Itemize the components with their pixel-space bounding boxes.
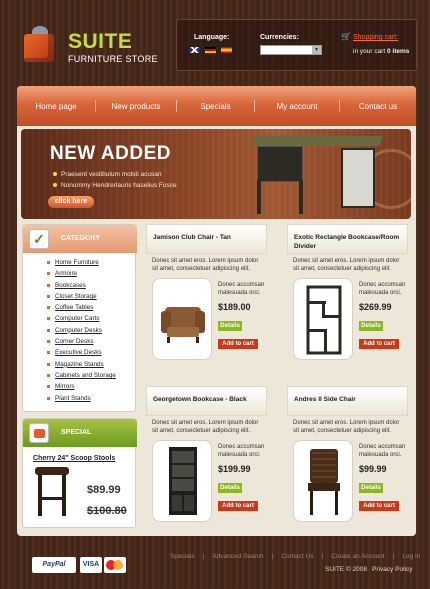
logo-subtitle: FURNITURE STORE [68, 54, 158, 64]
special-product-title[interactable]: Cherry 24" Scoop Stools [33, 455, 115, 462]
nav-home[interactable]: Home page [17, 102, 95, 111]
product-image[interactable] [293, 278, 353, 360]
stool-image[interactable] [33, 467, 71, 517]
footer-separator: | [202, 553, 205, 560]
category-list: Home Furniture Armoire Bookcases Closet … [23, 257, 137, 404]
visa-logo: VISA [80, 557, 102, 573]
header: SUITE FURNITURE STORE Language: Currenci… [0, 0, 430, 82]
checkmark-icon: ✓ [29, 229, 49, 249]
product-mini-desc: Donec accumsan malesuada orci. [359, 282, 406, 296]
cart-info-prefix: in your cart [353, 48, 386, 55]
banner-bullet: Nonummy Hendrerlauris haselius Fusce [53, 182, 177, 189]
special-price: $89.99 [87, 484, 121, 496]
desk-image [250, 134, 384, 214]
product-desc: Donec sit amet eros. Lorem ipsum dolor s… [293, 420, 400, 434]
language-label: Language: [194, 34, 230, 41]
special-panel: SPECIAL Cherry 24" Scoop Stools $89.99 $… [22, 418, 137, 528]
product-image[interactable] [152, 278, 212, 360]
footer-separator: | [392, 553, 395, 560]
product-price: $99.99 [359, 464, 387, 474]
top-utility-bar: Language: Currencies: ▾ 🛒 Shopping cart:… [176, 19, 417, 71]
add-to-cart-button[interactable]: Add to cart [359, 339, 399, 349]
special-header: SPECIAL [23, 419, 137, 447]
category-item[interactable]: Plant Stands [23, 393, 137, 404]
logo-icon[interactable] [22, 26, 58, 64]
category-item[interactable]: Armoire [23, 268, 137, 279]
category-item[interactable]: Mirrors [23, 381, 137, 392]
en-flag-icon[interactable] [188, 46, 201, 54]
price-tag-icon [29, 423, 49, 443]
category-panel: ✓ CATEGORY Home Furniture Armoire Bookca… [22, 224, 137, 412]
details-button[interactable]: Details [218, 321, 242, 331]
product-mini-desc: Donec accumsan malesuada orci. [218, 444, 265, 458]
footer-link-contact-us[interactable]: Contact Us [281, 553, 313, 560]
category-item[interactable]: Corner Desks [23, 336, 137, 347]
logo-title[interactable]: SUITE [68, 30, 132, 54]
mastercard-logo-icon [104, 557, 126, 573]
footer-link-create-account[interactable]: Create an Account [331, 553, 384, 560]
category-item[interactable]: Magazine Stands [23, 359, 137, 370]
nav-new-products[interactable]: New products [96, 102, 176, 111]
details-button[interactable]: Details [359, 483, 383, 493]
product-mini-desc: Donec accumsan malesuada orci. [218, 282, 265, 296]
footer-separator: | [271, 553, 274, 560]
category-item[interactable]: Computer Desks [23, 325, 137, 336]
currencies-label: Currencies: [260, 34, 299, 41]
footer-link-specials[interactable]: Specials [170, 553, 195, 560]
de-flag-icon[interactable] [204, 46, 217, 54]
product-mini-desc: Donec accumsan malesuada orci. [359, 444, 406, 458]
category-item[interactable]: Home Furniture [23, 257, 137, 268]
product-image[interactable] [293, 440, 353, 522]
add-to-cart-button[interactable]: Add to cart [218, 501, 258, 511]
category-item[interactable]: Cabinets and Storage [23, 370, 137, 381]
es-flag-icon[interactable] [220, 46, 233, 54]
details-button[interactable]: Details [359, 321, 383, 331]
main-nav: Home page New products Specials My accou… [17, 86, 416, 126]
footer-links: Specials | Advanced Search | Contact Us … [170, 553, 420, 560]
nav-contact-us[interactable]: Contact us [340, 102, 416, 111]
cart-info: in your cart 0 items [353, 48, 409, 55]
add-to-cart-button[interactable]: Add to cart [359, 501, 399, 511]
category-header: ✓ CATEGORY [23, 225, 137, 253]
product-name[interactable]: Georgetown Bookcase - Black [146, 386, 267, 416]
details-button[interactable]: Details [218, 483, 242, 493]
product-desc: Donec sit amet eros. Lorem ipsum dolor s… [293, 258, 400, 272]
product-price: $189.00 [218, 302, 251, 312]
footer-link-advanced-search[interactable]: Advanced Search [212, 553, 263, 560]
language-flags [188, 46, 233, 54]
chevron-down-icon[interactable]: ▾ [312, 46, 321, 54]
special-label: SPECIAL [61, 429, 92, 436]
product-name[interactable]: Andres II Side Chair [287, 386, 408, 416]
category-item[interactable]: Closet Storage [23, 291, 137, 302]
add-to-cart-button[interactable]: Add to cart [218, 339, 258, 349]
product-price: $199.99 [218, 464, 251, 474]
cart-icon[interactable]: 🛒 [341, 33, 351, 41]
click-here-button[interactable]: click here [48, 196, 94, 208]
banner-bullet: Praesent vestibulum molsti acusan [53, 171, 161, 178]
nav-my-account[interactable]: My account [255, 102, 339, 111]
special-old-price: $100.80 [87, 505, 127, 517]
currency-select[interactable]: ▾ [260, 45, 322, 55]
paypal-logo: PayPal [32, 557, 76, 573]
product-desc: Donec sit amet eros. Lorem ipsum dolor s… [152, 420, 259, 434]
product-name[interactable]: Jamison Club Chair - Tan [146, 224, 267, 254]
privacy-policy-link[interactable]: Privacy Policy [372, 566, 412, 573]
category-item[interactable]: Coffee Tables [23, 302, 137, 313]
product-price: $269.99 [359, 302, 392, 312]
category-item[interactable]: Executive Desks [23, 347, 137, 358]
shopping-cart-link[interactable]: Shopping cart: [353, 34, 398, 41]
product-name[interactable]: Exotic Rectangle Bookcase/Room Divider [287, 224, 408, 254]
nav-specials[interactable]: Specials [177, 102, 254, 111]
product-desc: Donec sit amet eros. Lorem ipsum dolor s… [152, 258, 259, 272]
product-image[interactable] [152, 440, 212, 522]
footer-link-login[interactable]: Log In [402, 553, 420, 560]
cart-count: 0 items [386, 48, 410, 55]
category-label: CATEGORY [61, 235, 100, 242]
footer-separator: | [321, 553, 324, 560]
copyright: SUITE © 2008 [325, 566, 368, 573]
banner-title: NEW ADDED [50, 143, 171, 164]
category-item[interactable]: Bookcases [23, 280, 137, 291]
category-item[interactable]: Computer Carts [23, 313, 137, 324]
